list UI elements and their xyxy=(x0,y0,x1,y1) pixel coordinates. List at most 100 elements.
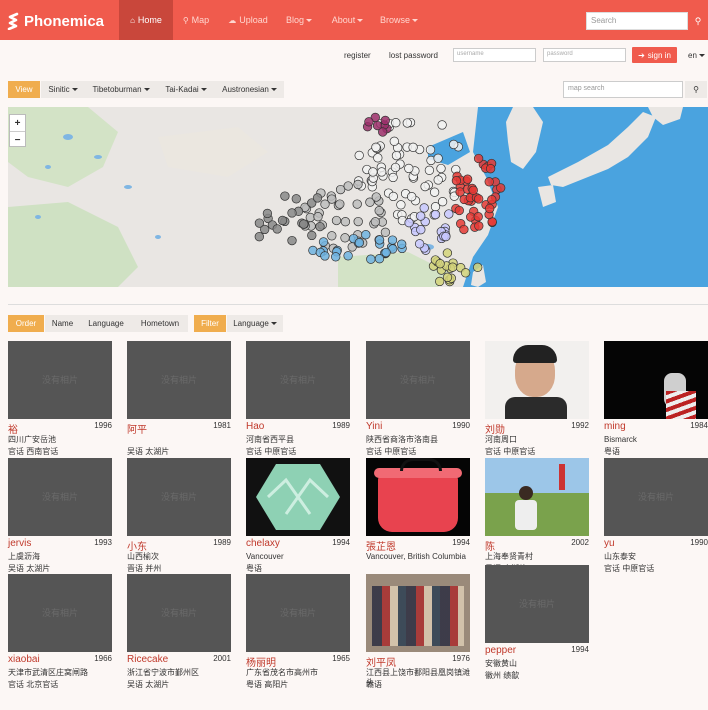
speaker-marker[interactable] xyxy=(291,194,301,204)
speaker-marker[interactable] xyxy=(343,251,353,261)
speaker-name-link[interactable]: Yini xyxy=(366,421,382,432)
speaker-photo[interactable]: 没有相片 xyxy=(8,574,112,652)
speaker-marker[interactable] xyxy=(435,276,445,287)
speaker-marker[interactable] xyxy=(318,237,329,247)
speaker-marker[interactable] xyxy=(312,193,323,203)
speaker-marker[interactable] xyxy=(313,212,323,222)
speaker-marker[interactable] xyxy=(408,142,418,152)
speaker-marker[interactable] xyxy=(299,219,309,229)
filter-language-dropdown[interactable]: Language xyxy=(227,315,283,332)
order-button[interactable]: Order xyxy=(8,315,44,332)
speaker-name-link[interactable]: 陈 xyxy=(485,538,495,553)
speaker-marker[interactable] xyxy=(435,259,445,269)
speaker-marker[interactable] xyxy=(364,117,374,127)
speaker-marker[interactable] xyxy=(460,268,471,278)
speaker-marker[interactable] xyxy=(441,231,451,242)
speaker-name-link[interactable]: yu xyxy=(604,538,615,549)
map-search-input[interactable]: map search xyxy=(563,81,683,98)
nav-map[interactable]: ⚲ Map xyxy=(177,0,215,40)
speaker-marker[interactable] xyxy=(484,177,494,187)
speaker-marker[interactable] xyxy=(433,175,443,185)
lost-password-link[interactable]: lost password xyxy=(389,51,438,60)
speaker-marker[interactable] xyxy=(442,272,453,282)
speaker-marker[interactable] xyxy=(402,118,412,128)
speaker-marker[interactable] xyxy=(380,115,390,126)
sign-in-button[interactable]: ➔ sign in xyxy=(632,47,677,63)
speaker-marker[interactable] xyxy=(474,194,484,204)
speaker-marker[interactable] xyxy=(378,127,388,137)
zoom-in-button[interactable]: + xyxy=(10,115,25,132)
speaker-marker[interactable] xyxy=(436,163,446,174)
speaker-marker[interactable] xyxy=(370,217,381,227)
speaker-name-link[interactable]: pepper xyxy=(485,645,516,656)
speaker-marker[interactable] xyxy=(327,231,337,241)
nav-blog[interactable]: Blog xyxy=(281,0,317,40)
speaker-marker[interactable] xyxy=(442,248,453,258)
speaker-marker[interactable] xyxy=(374,254,385,264)
speaker-marker[interactable] xyxy=(340,233,350,243)
speaker-markers[interactable] xyxy=(254,112,506,287)
family-tibetoburman-dropdown[interactable]: Tibetoburman xyxy=(88,81,154,98)
speaker-marker[interactable] xyxy=(474,221,484,231)
speaker-marker[interactable] xyxy=(371,192,381,202)
speaker-marker[interactable] xyxy=(331,252,341,262)
filter-button[interactable]: Filter xyxy=(194,315,226,332)
speaker-marker[interactable] xyxy=(272,224,282,234)
speaker-marker[interactable] xyxy=(485,164,496,174)
speaker-marker[interactable] xyxy=(280,191,290,201)
username-input[interactable]: username xyxy=(453,48,536,62)
speaker-marker[interactable] xyxy=(335,199,345,209)
speaker-marker[interactable] xyxy=(430,209,441,220)
speaker-marker[interactable] xyxy=(429,187,440,197)
language-selector[interactable]: en xyxy=(688,51,705,60)
speaker-marker[interactable] xyxy=(425,145,436,155)
speaker-photo[interactable]: 没有相片 xyxy=(127,574,231,652)
speaker-marker[interactable] xyxy=(389,136,399,146)
speaker-marker[interactable] xyxy=(354,238,365,248)
nav-about[interactable]: About xyxy=(326,0,369,40)
speaker-marker[interactable] xyxy=(340,217,351,227)
speaker-marker[interactable] xyxy=(459,224,469,235)
speaker-photo[interactable] xyxy=(366,458,470,536)
view-button[interactable]: View xyxy=(8,81,40,98)
order-language-option[interactable]: Language xyxy=(84,315,128,332)
speaker-marker[interactable] xyxy=(420,181,430,192)
speaker-photo[interactable]: 没有相片 xyxy=(8,458,112,536)
speaker-marker[interactable] xyxy=(473,212,483,222)
speaker-marker[interactable] xyxy=(320,251,330,261)
speaker-photo[interactable]: 没有相片 xyxy=(127,458,231,536)
site-search-input[interactable]: Search xyxy=(586,12,688,30)
family-taikadai-dropdown[interactable]: Tai-Kadai xyxy=(160,81,212,98)
speaker-photo[interactable]: 没有相片 xyxy=(366,341,470,419)
zoom-out-button[interactable]: − xyxy=(10,132,25,148)
search-icon[interactable]: ⚲ xyxy=(689,12,707,30)
speaker-name-link[interactable]: 杨丽明 xyxy=(246,654,276,669)
speaker-marker[interactable] xyxy=(416,211,426,221)
speaker-name-link[interactable]: 裕 xyxy=(8,421,18,436)
nav-upload[interactable]: ☁ Upload xyxy=(222,0,274,40)
speaker-marker[interactable] xyxy=(254,232,264,242)
nav-home[interactable]: ⌂ Home xyxy=(119,0,173,40)
speaker-marker[interactable] xyxy=(473,153,484,164)
speaker-marker[interactable] xyxy=(353,179,363,190)
speaker-marker[interactable] xyxy=(387,235,398,245)
speaker-map[interactable] xyxy=(8,107,708,287)
speaker-marker[interactable] xyxy=(287,235,297,246)
speaker-name-link[interactable]: 張芷恩 xyxy=(366,538,396,553)
speaker-marker[interactable] xyxy=(496,183,506,193)
speaker-marker[interactable] xyxy=(487,195,497,205)
speaker-marker[interactable] xyxy=(343,181,353,191)
speaker-marker[interactable] xyxy=(353,216,363,227)
speaker-marker[interactable] xyxy=(449,139,459,150)
speaker-marker[interactable] xyxy=(416,225,426,235)
speaker-photo[interactable] xyxy=(485,458,589,536)
speaker-marker[interactable] xyxy=(444,209,454,219)
speaker-marker[interactable] xyxy=(371,142,381,152)
speaker-marker[interactable] xyxy=(352,199,362,209)
speaker-marker[interactable] xyxy=(390,162,401,173)
speaker-name-link[interactable]: jervis xyxy=(8,538,31,549)
speaker-marker[interactable] xyxy=(414,239,425,249)
speaker-marker[interactable] xyxy=(381,247,391,258)
speaker-photo[interactable]: 没有相片 xyxy=(246,574,350,652)
speaker-marker[interactable] xyxy=(331,215,342,226)
